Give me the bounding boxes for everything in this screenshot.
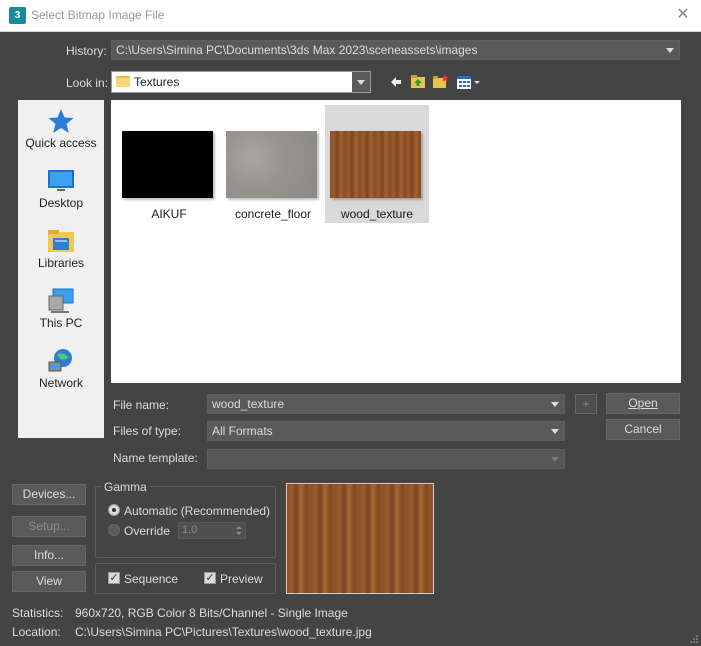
place-label: Libraries	[37, 256, 85, 270]
chevron-down-icon	[551, 429, 559, 434]
view-menu-icon[interactable]	[455, 74, 481, 90]
info-button[interactable]: Info...	[12, 545, 86, 566]
file-item-concrete-floor[interactable]: concrete_floor	[221, 105, 325, 223]
gamma-override-spinner[interactable]: 1.0	[178, 522, 246, 539]
file-name-label: AIKUF	[151, 207, 187, 221]
chevron-down-icon	[666, 48, 674, 53]
history-dropdown[interactable]: C:\Users\Simina PC\Documents\3ds Max 202…	[111, 40, 680, 60]
libraries-icon	[48, 230, 74, 252]
back-arrow-icon[interactable]	[387, 74, 405, 90]
folder-icon	[116, 76, 130, 87]
history-value: C:\Users\Simina PC\Documents\3ds Max 202…	[116, 43, 478, 57]
place-label: Desktop	[38, 196, 84, 210]
filetype-value: All Formats	[212, 424, 273, 438]
window-title: Select Bitmap Image File	[31, 8, 165, 22]
filename-label: File name:	[113, 398, 170, 412]
filetype-label: Files of type:	[113, 424, 182, 438]
file-name-label: concrete_floor	[234, 207, 312, 221]
place-network[interactable]: Network	[18, 348, 104, 404]
file-thumbnail	[226, 131, 317, 198]
spinner-arrows-icon[interactable]	[236, 525, 242, 536]
open-label: Open	[628, 396, 658, 410]
3ds-max-app-icon: 3	[9, 7, 26, 24]
history-label: History:	[66, 44, 107, 58]
gamma-automatic-label: Automatic (Recommended)	[124, 504, 271, 518]
gamma-title: Gamma	[102, 480, 149, 494]
gamma-override-value: 1.0	[182, 524, 198, 536]
place-desktop[interactable]: Desktop	[18, 168, 104, 224]
setup-button[interactable]: Setup...	[12, 516, 86, 537]
place-label: This PC	[39, 316, 83, 330]
gamma-override-label: Override	[124, 524, 171, 538]
resize-grip-icon[interactable]	[689, 634, 699, 644]
gamma-override-radio[interactable]	[108, 524, 120, 536]
lookin-value: Textures	[134, 75, 180, 89]
close-icon[interactable]: ✕	[673, 4, 693, 26]
title-bar: 3 Select Bitmap Image File ✕	[0, 0, 701, 32]
place-quick-access[interactable]: Quick access	[18, 108, 104, 164]
new-folder-icon[interactable]	[432, 74, 450, 90]
chevron-down-icon	[551, 457, 559, 462]
name-template-label: Name template:	[113, 451, 198, 465]
preview-label: Preview	[220, 572, 263, 586]
statistics-value: 960x720, RGB Color 8 Bits/Channel - Sing…	[75, 606, 348, 620]
place-label: Network	[38, 376, 83, 390]
chevron-down-icon	[551, 402, 559, 407]
place-label: Quick access	[25, 136, 97, 150]
devices-button[interactable]: Devices...	[12, 484, 86, 505]
sequence-checkbox[interactable]: ✓	[108, 572, 120, 584]
desktop-icon	[48, 170, 74, 191]
file-item-aikuf[interactable]: AIKUF	[117, 105, 221, 223]
lookin-dropdown-button[interactable]	[352, 72, 370, 92]
location-value: C:\Users\Simina PC\Pictures\Textures\woo…	[75, 625, 372, 639]
network-icon	[48, 349, 72, 372]
file-thumbnail	[330, 131, 421, 198]
this-pc-icon	[48, 288, 74, 313]
file-item-wood-texture[interactable]: wood_texture	[325, 105, 429, 223]
filename-input[interactable]: wood_texture	[207, 394, 565, 414]
location-label: Location:	[12, 625, 61, 639]
file-name-label: wood_texture	[340, 207, 414, 221]
view-button[interactable]: View	[12, 571, 86, 592]
place-this-pc[interactable]: This PC	[18, 288, 104, 344]
name-template-dropdown[interactable]	[207, 449, 565, 469]
open-button[interactable]: Open	[606, 393, 680, 414]
up-folder-icon[interactable]	[409, 74, 427, 90]
image-preview	[286, 483, 434, 594]
filename-value: wood_texture	[212, 397, 285, 411]
add-button[interactable]: +	[575, 394, 597, 414]
lookin-dropdown[interactable]: Textures	[111, 71, 371, 93]
chevron-down-icon	[357, 80, 365, 85]
gamma-automatic-radio[interactable]	[108, 504, 120, 516]
file-thumbnail	[122, 131, 213, 198]
filetype-dropdown[interactable]: All Formats	[207, 421, 565, 441]
cancel-button[interactable]: Cancel	[606, 419, 680, 440]
sequence-label: Sequence	[124, 572, 179, 586]
lookin-label: Look in:	[66, 76, 109, 90]
preview-checkbox[interactable]: ✓	[204, 572, 216, 584]
quick-access-star-icon	[48, 109, 74, 133]
places-bar: Quick access Desktop Libraries This PC N…	[18, 100, 104, 438]
place-libraries[interactable]: Libraries	[18, 228, 104, 284]
statistics-label: Statistics:	[12, 606, 64, 620]
file-list-view[interactable]: AIKUF concrete_floor wood_texture	[111, 100, 681, 383]
